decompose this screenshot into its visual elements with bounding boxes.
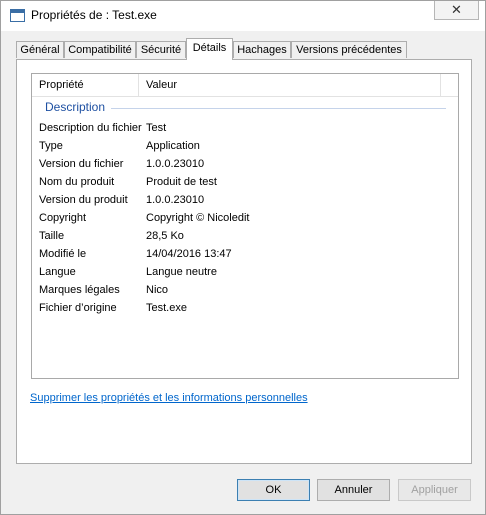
apply-button[interactable]: Appliquer [398,479,471,501]
list-item[interactable]: Type Application [32,137,458,155]
property-value: Nico [146,284,169,296]
tab-general[interactable]: Général [16,41,64,58]
property-name: Description du fichier [39,122,142,134]
property-name: Marques légales [39,284,120,296]
tab-hashes[interactable]: Hachages [233,41,291,58]
property-name: Modifié le [39,248,87,260]
property-value: 1.0.0.23010 [146,194,205,206]
property-name: Langue [39,266,76,278]
details-listview[interactable]: Propriété Valeur Description Description… [31,73,459,379]
list-item[interactable]: Copyright Copyright © Nicoledit [32,209,458,227]
list-item[interactable]: Marques légales Nico [32,281,458,299]
property-value: Application [146,140,200,152]
tab-security[interactable]: Sécurité [136,41,186,58]
list-item[interactable]: Modifié le 14/04/2016 13:47 [32,245,458,263]
property-name: Nom du produit [39,176,115,188]
column-header-value[interactable]: Valeur [139,74,441,96]
list-item[interactable]: Version du fichier 1.0.0.23010 [32,155,458,173]
list-item[interactable]: Langue Langue neutre [32,263,458,281]
property-value: 14/04/2016 13:47 [146,248,232,260]
property-name: Type [39,140,63,152]
list-item[interactable]: Fichier d’origine Test.exe [32,299,458,317]
list-header: Propriété Valeur [32,74,458,97]
title-bar: Propriétés de : Test.exe ✕ [1,1,485,31]
property-name: Version du fichier [39,158,124,170]
window-icon [10,9,25,22]
property-name: Version du produit [39,194,128,206]
group-header-description[interactable]: Description [45,100,112,114]
properties-dialog: Propriétés de : Test.exe ✕ Général Compa… [0,0,486,515]
cancel-button[interactable]: Annuler [317,479,390,501]
list-item[interactable]: Description du fichier Test [32,119,458,137]
property-name: Taille [39,230,65,242]
property-value: Test.exe [146,302,187,314]
ok-button[interactable]: OK [237,479,310,501]
property-value: 28,5 Ko [146,230,184,242]
property-value: Test [146,122,167,134]
remove-properties-link[interactable]: Supprimer les propriétés et les informat… [30,392,308,404]
list-item[interactable]: Taille 28,5 Ko [32,227,458,245]
property-value: Copyright © Nicoledit [146,212,250,224]
close-icon[interactable]: ✕ [434,1,479,20]
window-title: Propriétés de : Test.exe [31,8,157,22]
list-item[interactable]: Nom du produit Produit de test [32,173,458,191]
property-value: Langue neutre [146,266,217,278]
details-panel: Propriété Valeur Description Description… [16,59,472,464]
property-name: Copyright [39,212,87,224]
column-header-property[interactable]: Propriété [32,74,139,96]
property-value: 1.0.0.23010 [146,158,205,170]
tab-compatibility[interactable]: Compatibilité [64,41,136,58]
tab-previous-versions[interactable]: Versions précédentes [291,41,407,58]
property-name: Fichier d’origine [39,302,117,314]
tab-details[interactable]: Détails [186,38,233,60]
property-value: Produit de test [146,176,217,188]
list-item[interactable]: Version du produit 1.0.0.23010 [32,191,458,209]
